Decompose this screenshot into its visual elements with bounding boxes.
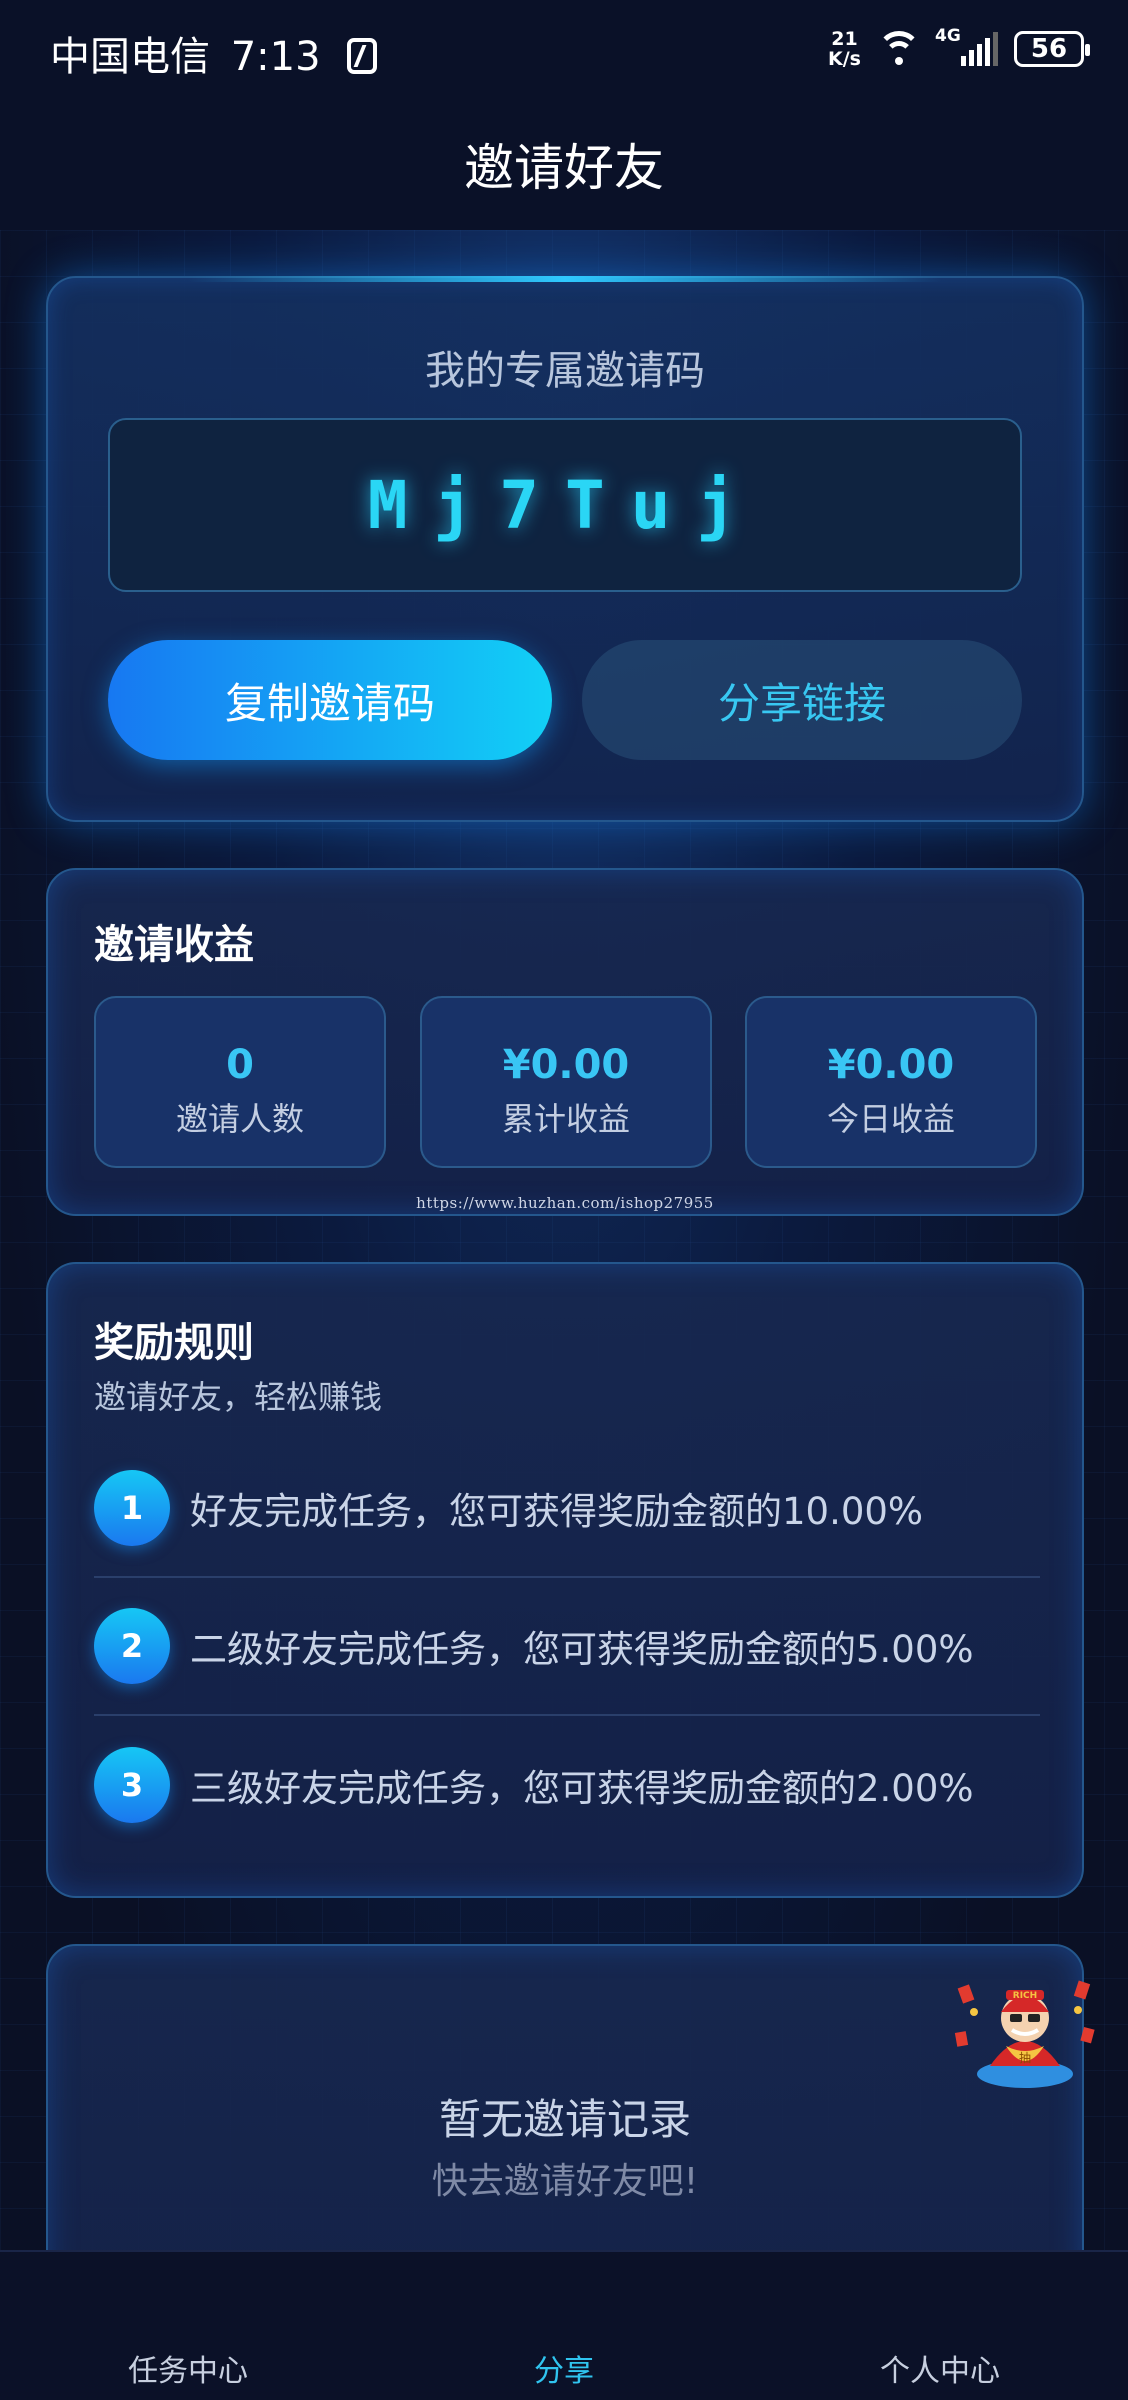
reward-rules-card: 奖励规则 邀请好友，轻松赚钱 1 好友完成任务，您可获得奖励金额的10.00% … <box>46 1262 1084 1898</box>
wifi-icon <box>877 31 921 67</box>
empty-records-subtitle: 快去邀请好友吧! <box>431 2161 699 2202</box>
stat-value: 0 <box>226 1042 254 1088</box>
rule-number-badge: 1 <box>94 1470 170 1546</box>
invite-earnings-card: 邀请收益 0 邀请人数 ¥0.00 累计收益 ¥0.00 今日收益 https:… <box>46 868 1084 1216</box>
battery-icon: 56 <box>1014 31 1090 67</box>
rules-subtitle: 邀请好友，轻松赚钱 <box>94 1378 383 1416</box>
status-right: 21 K/s 4G 56 <box>828 26 1090 72</box>
carrier-name: 中国电信 <box>50 34 210 80</box>
clock: 7:13 <box>230 34 321 80</box>
nfc-icon <box>347 38 378 74</box>
invite-code-title: 我的专属邀请码 <box>425 348 705 394</box>
mascot-badge-text: RICH <box>1013 1991 1037 2001</box>
page-title: 邀请好友 <box>464 139 664 197</box>
invite-code-card: 我的专属邀请码 Mj7Tuj 复制邀请码 分享链接 <box>46 276 1084 822</box>
earnings-title: 邀请收益 <box>94 922 254 968</box>
share-link-button[interactable]: 分享链接 <box>582 640 1022 760</box>
rule-item: 3 三级好友完成任务，您可获得奖励金额的2.00% <box>94 1716 1040 1854</box>
rule-text: 好友完成任务，您可获得奖励金额的10.00% <box>190 1490 924 1533</box>
stat-today-earnings: ¥0.00 今日收益 <box>745 996 1037 1168</box>
stat-total-earnings: ¥0.00 累计收益 <box>420 996 712 1168</box>
rule-text: 三级好友完成任务，您可获得奖励金额的2.00% <box>190 1767 974 1810</box>
battery-level: 56 <box>1030 34 1068 64</box>
stat-value: ¥0.00 <box>502 1042 630 1088</box>
copy-invite-code-button[interactable]: 复制邀请码 <box>108 640 552 760</box>
stat-invite-count: 0 邀请人数 <box>94 996 386 1168</box>
stat-label: 今日收益 <box>826 1100 955 1138</box>
empty-records-title: 暂无邀请记录 <box>438 2095 691 2144</box>
net-speed: 21 K/s <box>828 29 861 69</box>
rule-item: 2 二级好友完成任务，您可获得奖励金额的5.00% <box>94 1578 1040 1716</box>
rule-item: 1 好友完成任务，您可获得奖励金额的10.00% <box>94 1440 1040 1578</box>
network-type: 4G <box>935 26 961 46</box>
page-header: 邀请好友 <box>0 100 1128 230</box>
invite-code: Mj7Tuj <box>367 466 763 544</box>
cellular-signal-icon: 4G <box>935 26 998 66</box>
app-root: 中国电信 7:13 21 K/s 4G 56 邀请好友 我的专属邀请码 Mj7T… <box>0 0 1128 2400</box>
stat-label: 累计收益 <box>501 1100 630 1138</box>
tab-task-center[interactable]: 任务中心 <box>0 2252 376 2400</box>
stat-label: 邀请人数 <box>175 1100 304 1138</box>
mascot-belly-text: 抽 <box>1019 2051 1031 2065</box>
rule-number-badge: 2 <box>94 1608 170 1684</box>
net-speed-unit: K/s <box>828 48 861 70</box>
rules-title: 奖励规则 <box>94 1320 254 1366</box>
bottom-tab-bar: 任务中心 分享 个人中心 <box>0 2250 1128 2400</box>
tab-share[interactable]: 分享 <box>376 2252 752 2400</box>
floating-mascot-icon[interactable]: RICH 抽 <box>950 1966 1100 2096</box>
tab-profile[interactable]: 个人中心 <box>752 2252 1128 2400</box>
rule-number-badge: 3 <box>94 1747 170 1823</box>
net-speed-value: 21 <box>831 28 858 50</box>
rule-text: 二级好友完成任务，您可获得奖励金额的5.00% <box>190 1628 974 1671</box>
status-bar: 中国电信 7:13 21 K/s 4G 56 <box>0 0 1128 100</box>
card-top-glow <box>188 276 942 282</box>
watermark-text: https://www.huzhan.com/ishop27955 <box>416 1194 714 1212</box>
status-left: 中国电信 7:13 <box>50 24 378 82</box>
stat-value: ¥0.00 <box>827 1042 955 1088</box>
invite-code-box[interactable]: Mj7Tuj <box>108 418 1022 592</box>
